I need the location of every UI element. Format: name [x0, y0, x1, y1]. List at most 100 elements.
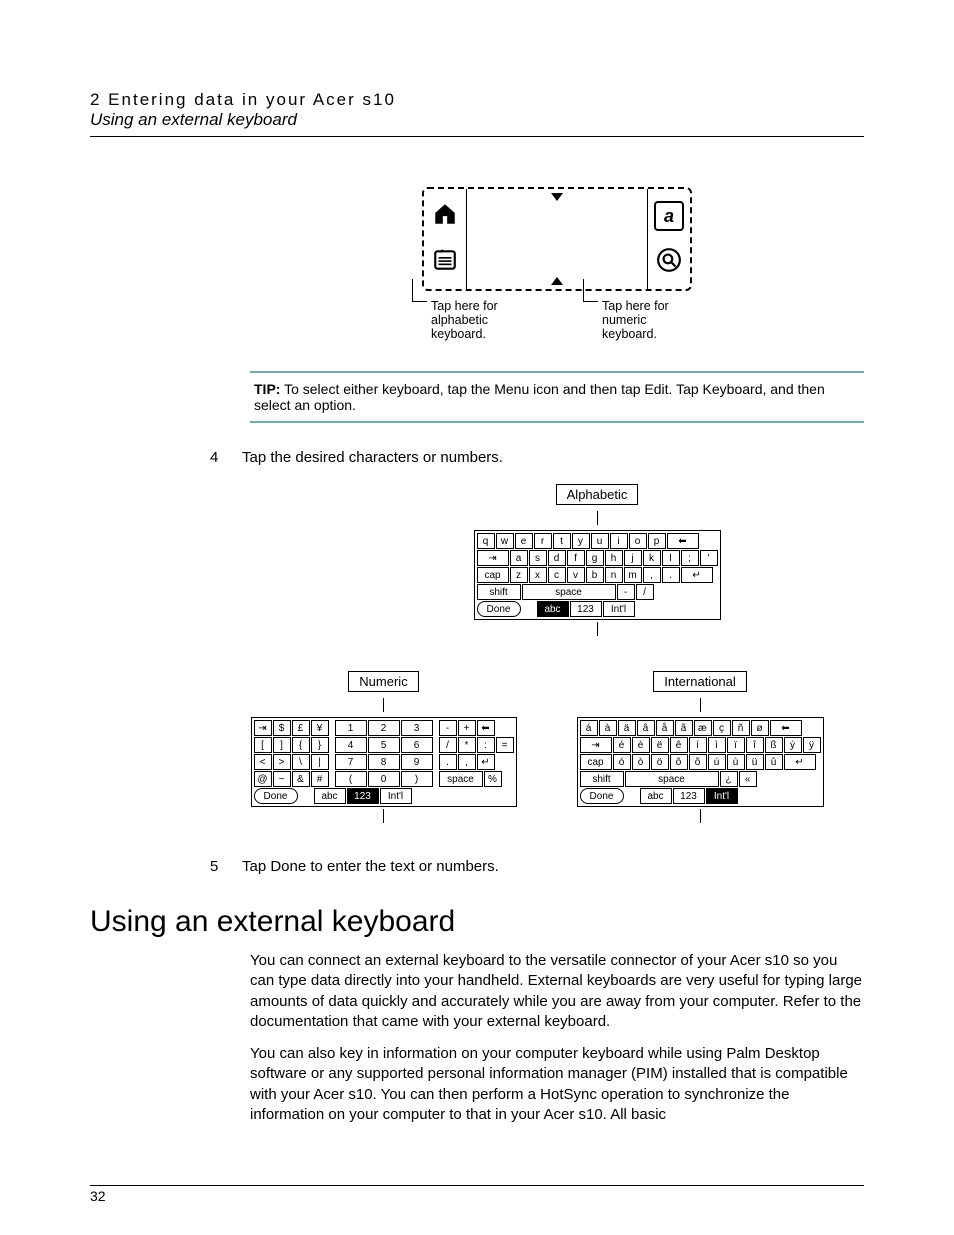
keyboard-key: & [292, 771, 310, 787]
step-4: 4 Tap the desired characters or numbers. [210, 449, 864, 466]
keyboard-key: v [567, 567, 585, 583]
keyboard-key: ⬅ [667, 533, 699, 549]
keyboard-key: ú [708, 754, 726, 770]
keyboard-intl-title: International [653, 671, 747, 692]
keyboard-key: r [534, 533, 552, 549]
keyboard-key: Int'l [603, 601, 635, 617]
keyboard-key: ¥ [311, 720, 329, 736]
keyboard-key: d [548, 550, 566, 566]
step-4-text: Tap the desired characters or numbers. [242, 449, 503, 466]
step-5-text: Tap Done to enter the text or numbers. [242, 858, 499, 875]
keyboard-key: h [605, 550, 623, 566]
find-icon [656, 247, 682, 277]
keyboard-key: õ [689, 754, 707, 770]
keyboard-key: abc [314, 788, 346, 804]
keyboard-key: ~ [273, 771, 291, 787]
keyboard-key: x [529, 567, 547, 583]
page-number: 32 [90, 1188, 106, 1204]
keyboard-key: Done [580, 788, 624, 804]
chapter-title: 2 Entering data in your Acer s10 [90, 90, 864, 110]
keyboard-key: ë [651, 737, 669, 753]
keyboard-key: í [689, 737, 707, 753]
keyboard-key: Done [254, 788, 298, 804]
keyboard-key: 0 [368, 771, 400, 787]
keyboard-key: space [522, 584, 616, 600]
keyboard-key: b [586, 567, 604, 583]
step-5-number: 5 [210, 858, 242, 875]
keyboard-key: . [439, 754, 457, 770]
keyboard-key: î [746, 737, 764, 753]
keyboard-alpha: Alphabetic qwertyuiop⬅⇥asdfghjkl;'capzxc… [474, 484, 721, 641]
keyboard-key: cap [580, 754, 612, 770]
keyboard-key: ' [700, 550, 718, 566]
keyboard-key: « [739, 771, 757, 787]
keyboard-key: 123 [673, 788, 705, 804]
keyboard-key: 3 [401, 720, 433, 736]
graffiti-left-icons [424, 189, 467, 289]
keyboard-key: % [484, 771, 502, 787]
keyboard-key: è [632, 737, 650, 753]
graffiti-callouts: Tap here for alphabetic keyboard. Tap he… [412, 299, 702, 341]
keyboard-key: i [610, 533, 628, 549]
keyboard-key: shift [580, 771, 624, 787]
keyboard-key: ↵ [784, 754, 816, 770]
keyboard-key: = [496, 737, 514, 753]
keyboard-key: ß [765, 737, 783, 753]
keyboard-key: \ [292, 754, 310, 770]
keyboard-key: u [591, 533, 609, 549]
keyboard-key: ↵ [681, 567, 713, 583]
section-title: Using an external keyboard [90, 110, 864, 130]
callout-alpha-text: Tap here for alphabetic keyboard. [431, 299, 531, 341]
keyboard-key: f [567, 550, 585, 566]
keyboard-key: m [624, 567, 642, 583]
keyboard-key: e [515, 533, 533, 549]
keyboard-key: / [439, 737, 457, 753]
keyboard-key: 5 [368, 737, 400, 753]
step-5: 5 Tap Done to enter the text or numbers. [210, 858, 864, 875]
keyboard-key: . [662, 567, 680, 583]
callout-alpha: Tap here for alphabetic keyboard. [412, 299, 531, 341]
keyboard-key: æ [694, 720, 712, 736]
keyboard-key: # [311, 771, 329, 787]
keyboard-key: j [624, 550, 642, 566]
keyboard-key: 6 [401, 737, 433, 753]
keyboard-key: n [605, 567, 623, 583]
keyboard-key: 4 [335, 737, 367, 753]
at-icon: a [654, 201, 684, 231]
callout-numeric: Tap here for numeric keyboard. [583, 299, 702, 341]
keyboard-key: abc [640, 788, 672, 804]
keyboard-key: ] [273, 737, 291, 753]
callout-numeric-text: Tap here for numeric keyboard. [602, 299, 702, 341]
keyboard-numeric-title: Numeric [348, 671, 418, 692]
keyboard-key: p [648, 533, 666, 549]
keyboard-key: ó [613, 754, 631, 770]
keyboard-key: ⬅ [477, 720, 495, 736]
keyboard-key: c [548, 567, 566, 583]
keyboard-key: 7 [335, 754, 367, 770]
keyboard-key: ô [670, 754, 688, 770]
keyboard-key: , [458, 754, 476, 770]
keyboard-key: - [439, 720, 457, 736]
keyboard-key: ù [727, 754, 745, 770]
keyboard-key: : [477, 737, 495, 753]
keyboard-figures: Alphabetic qwertyuiop⬅⇥asdfghjkl;'capzxc… [210, 484, 864, 828]
page: 2 Entering data in your Acer s10 Using a… [0, 0, 954, 1234]
keyboard-key: ç [713, 720, 731, 736]
section-heading: Using an external keyboard [90, 905, 864, 939]
keyboard-key: £ [292, 720, 310, 736]
keyboard-key: ã [675, 720, 693, 736]
running-header: 2 Entering data in your Acer s10 Using a… [90, 90, 864, 130]
keyboard-key: 9 [401, 754, 433, 770]
keyboard-key: t [553, 533, 571, 549]
keyboard-key: { [292, 737, 310, 753]
keyboard-numeric: Numeric ⇥$£¥123-+⬅[]{}456/*:=<>\|789.,↵@… [251, 671, 517, 828]
keyboard-key: | [311, 754, 329, 770]
paragraph-1: You can connect an external keyboard to … [250, 951, 864, 1032]
keyboard-key: l [662, 550, 680, 566]
keyboard-key: ü [746, 754, 764, 770]
keyboard-intl: International áàäâåãæçñø⬅⇥éèëêíìïîßýÿcap… [577, 671, 824, 828]
keyboard-key: s [529, 550, 547, 566]
keyboard-key: q [477, 533, 495, 549]
keyboard-key: 8 [368, 754, 400, 770]
keyboard-alpha-title: Alphabetic [556, 484, 639, 505]
